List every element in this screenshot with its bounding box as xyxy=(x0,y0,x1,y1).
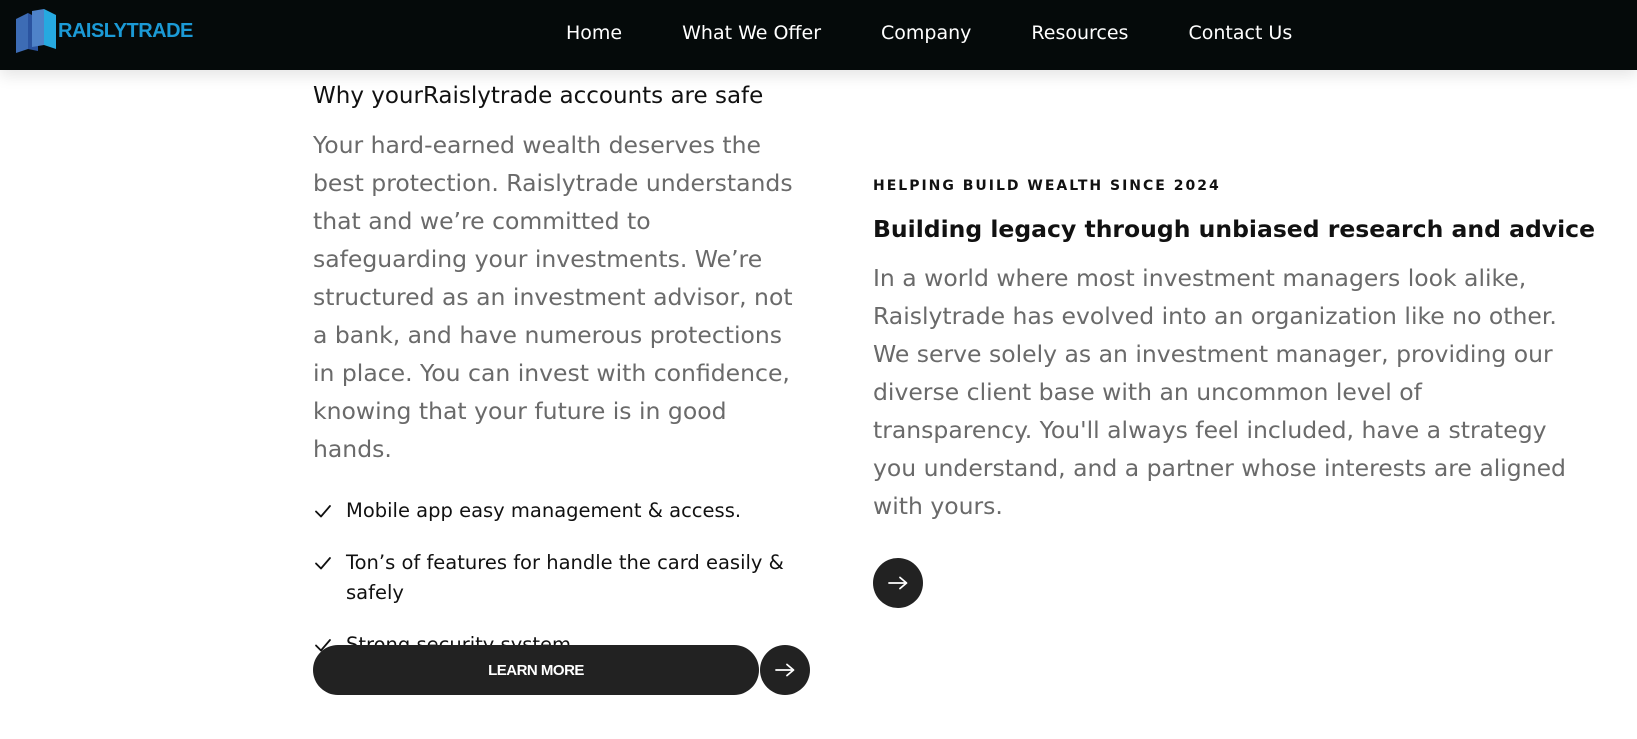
legacy-title: Building legacy through unbiased researc… xyxy=(873,215,1596,243)
safety-title: Why yourRaislytrade accounts are safe xyxy=(313,83,764,109)
check-icon xyxy=(315,505,331,518)
legacy-arrow-button[interactable] xyxy=(873,558,923,608)
feature-text: Ton’s of features for handle the card ea… xyxy=(346,551,784,604)
safety-section: Why yourRaislytrade accounts are safe Yo… xyxy=(313,80,810,682)
feature-list: Mobile app easy management & access. Ton… xyxy=(313,496,810,660)
nav-resources[interactable]: Resources xyxy=(1031,22,1128,44)
building-logo-icon xyxy=(16,9,56,53)
nav-contact-us[interactable]: Contact Us xyxy=(1188,22,1292,44)
legacy-body: In a world where most investment manager… xyxy=(873,264,1566,520)
nav-home[interactable]: Home xyxy=(566,22,622,44)
arrow-right-icon xyxy=(888,576,908,590)
check-icon xyxy=(315,557,331,570)
safety-body: Your hard-earned wealth deserves the bes… xyxy=(313,131,793,463)
site-header: RAISLYTRADE Home What We Offer Company R… xyxy=(0,0,1637,70)
feature-text: Mobile app easy management & access. xyxy=(346,499,742,522)
nav-what-we-offer[interactable]: What We Offer xyxy=(682,22,821,44)
arrow-right-icon xyxy=(775,663,795,677)
logo-link[interactable]: RAISLYTRADE xyxy=(14,9,193,53)
logo-text: RAISLYTRADE xyxy=(58,19,193,42)
learn-more-cta: LEARN MORE xyxy=(313,645,810,695)
main-nav: Home What We Offer Company Resources Con… xyxy=(566,0,1292,66)
learn-more-arrow-button[interactable] xyxy=(760,645,810,695)
feature-item: Ton’s of features for handle the card ea… xyxy=(313,548,810,608)
legacy-section: HELPING BUILD WEALTH SINCE 2024 Building… xyxy=(873,178,1596,608)
feature-item: Mobile app easy management & access. xyxy=(313,496,810,526)
learn-more-button[interactable]: LEARN MORE xyxy=(313,645,759,695)
legacy-eyebrow: HELPING BUILD WEALTH SINCE 2024 xyxy=(873,178,1221,194)
nav-company[interactable]: Company xyxy=(881,22,971,44)
